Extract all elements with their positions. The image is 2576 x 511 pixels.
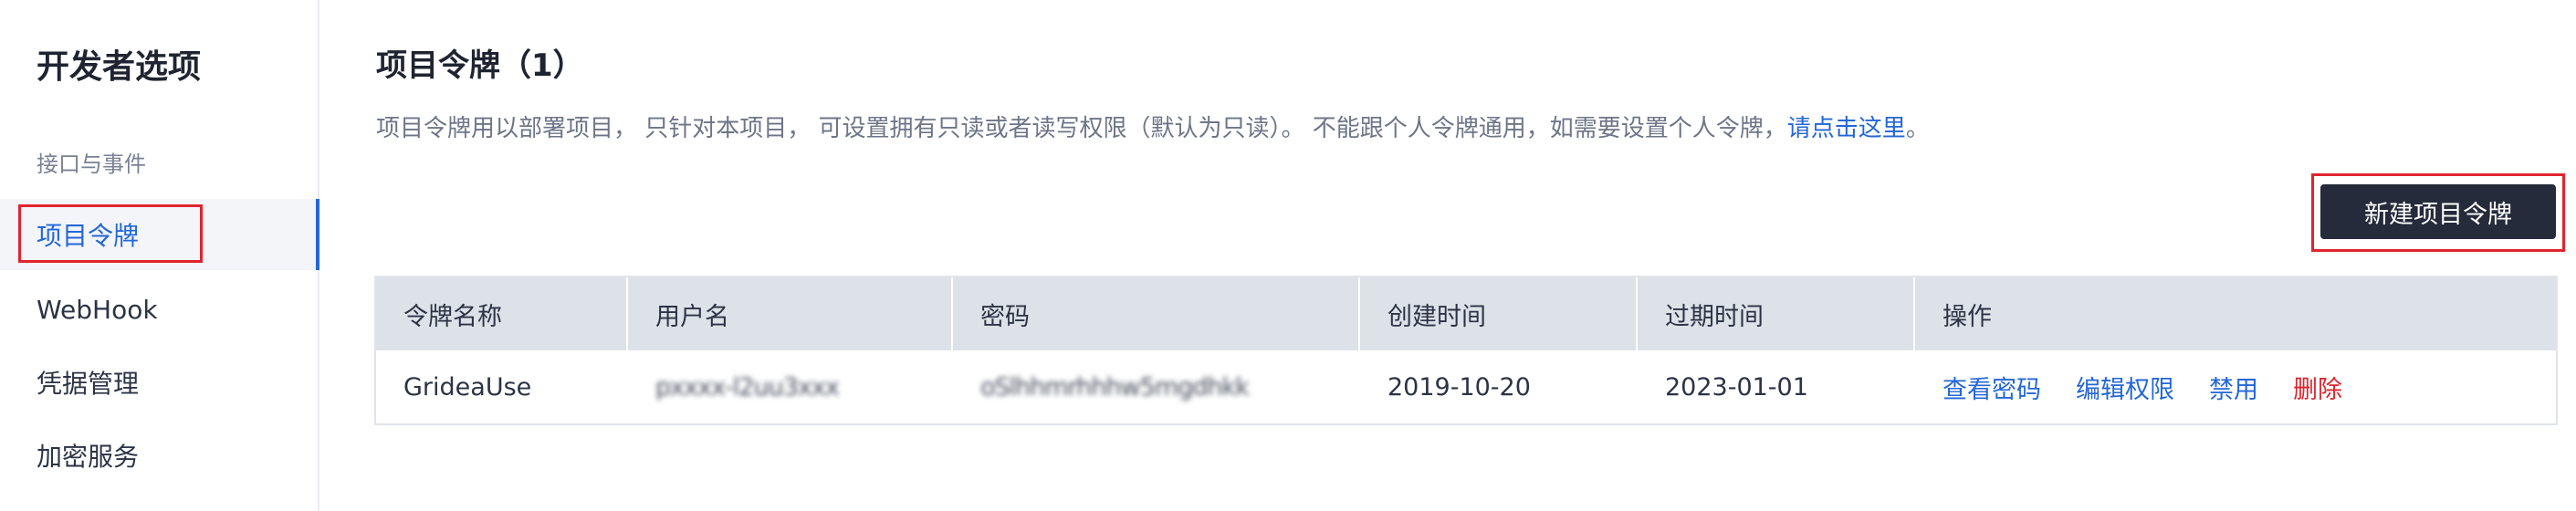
new-project-token-button[interactable]: 新建项目令牌: [2320, 184, 2556, 239]
username-cell: pxxxx-l2uu3xxx: [628, 350, 953, 423]
sidebar-item-credentials[interactable]: 凭据管理: [0, 347, 318, 418]
header-token-name: 令牌名称: [376, 277, 628, 350]
sidebar-item-label: 凭据管理: [37, 369, 140, 399]
header-password: 密码: [953, 277, 1360, 350]
password-value: oSlhhmrhhhw5mgdhkk: [980, 372, 1250, 402]
personal-token-link[interactable]: 请点击这里: [1787, 115, 1906, 142]
description-text: 项目令牌用以部署项目， 只针对本项目， 可设置拥有只读或者读写权限（默认为只读）…: [376, 115, 1787, 142]
table-header: 令牌名称 用户名 密码 创建时间 过期时间 操作: [376, 277, 2556, 350]
password-cell: oSlhhmrhhhw5mgdhkk: [953, 350, 1360, 423]
actions-cell: 查看密码 编辑权限 禁用 删除: [1915, 350, 2556, 423]
sidebar-group-label: 接口与事件: [37, 151, 146, 177]
header-username: 用户名: [628, 277, 953, 350]
username-value: pxxxx-l2uu3xxx: [655, 372, 840, 402]
sidebar-title: 开发者选项: [37, 48, 202, 86]
sidebar: 开发者选项 接口与事件 项目令牌 WebHook 凭据管理 加密服务: [0, 0, 319, 511]
disable-link[interactable]: 禁用: [2209, 370, 2258, 405]
expires-cell: 2023-01-01: [1665, 372, 1808, 402]
created-cell: 2019-10-20: [1387, 372, 1531, 402]
header-created: 创建时间: [1360, 277, 1638, 350]
description-end: 。: [1905, 115, 1930, 142]
sidebar-item-label: WebHook: [37, 294, 158, 325]
sidebar-item-project-token[interactable]: 项目令牌: [0, 199, 319, 270]
edit-permissions-link[interactable]: 编辑权限: [2076, 370, 2174, 405]
token-table: 令牌名称 用户名 密码 创建时间 过期时间 操作 GrideaUse pxxxx…: [374, 276, 2558, 425]
sidebar-item-label: 项目令牌: [37, 221, 140, 251]
header-actions: 操作: [1942, 302, 1992, 331]
page-title: 项目令牌（1）: [376, 47, 584, 84]
header-expires: 过期时间: [1638, 277, 1915, 350]
token-name-cell: GrideaUse: [403, 372, 532, 402]
sidebar-item-encryption[interactable]: 加密服务: [0, 420, 318, 491]
table-row: GrideaUse pxxxx-l2uu3xxx oSlhhmrhhhw5mgd…: [376, 350, 2556, 423]
sidebar-item-webhook[interactable]: WebHook: [0, 274, 318, 345]
sidebar-item-label: 加密服务: [37, 442, 140, 472]
view-password-link[interactable]: 查看密码: [1942, 370, 2041, 405]
delete-link[interactable]: 删除: [2293, 370, 2342, 405]
page-description: 项目令牌用以部署项目， 只针对本项目， 可设置拥有只读或者读写权限（默认为只读）…: [376, 110, 1930, 143]
